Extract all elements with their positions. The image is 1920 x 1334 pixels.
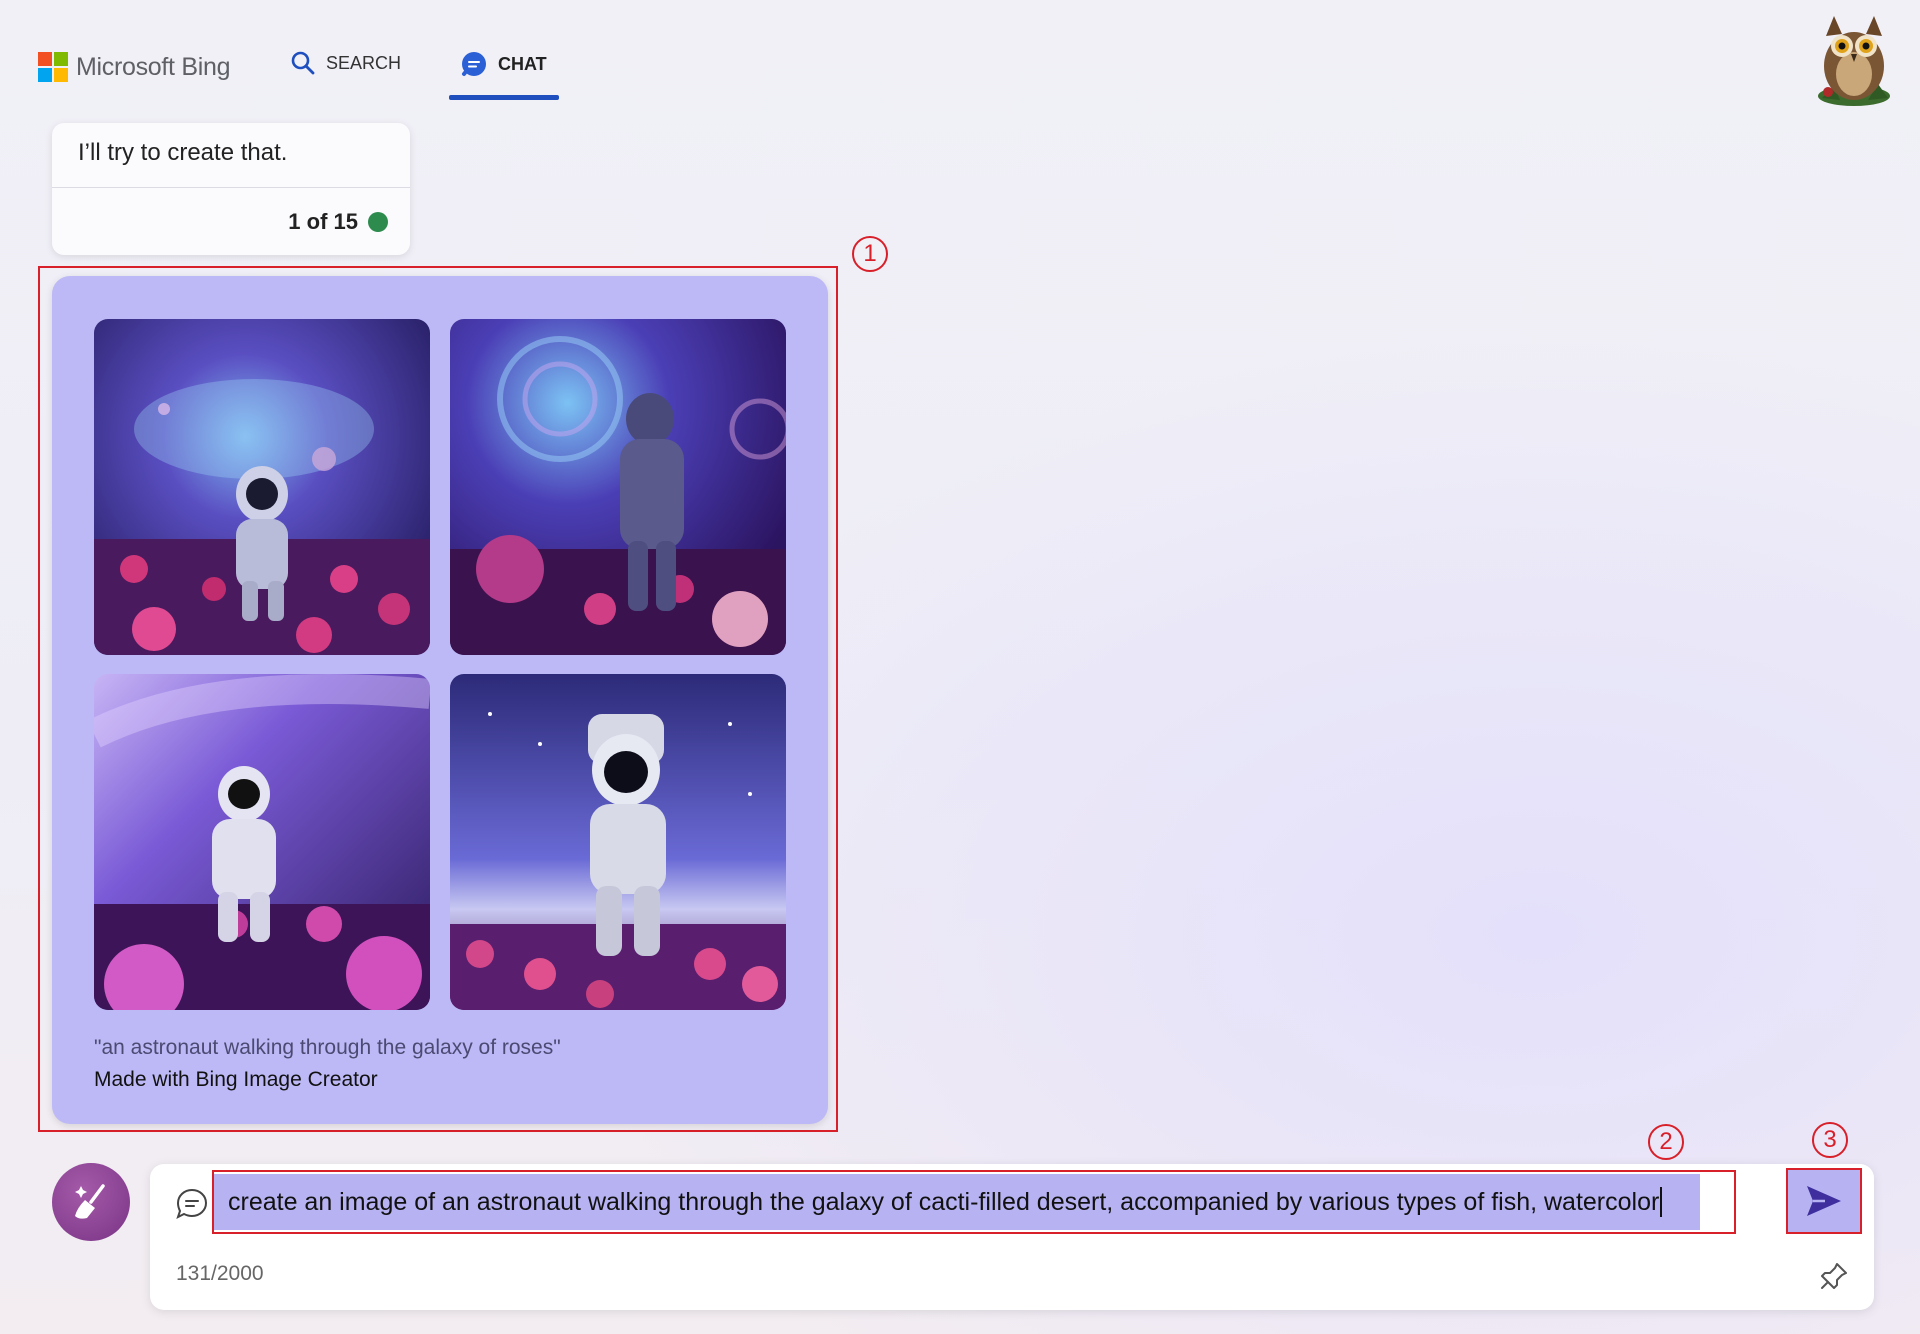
- nav-tab-search[interactable]: SEARCH: [290, 50, 401, 76]
- new-topic-button[interactable]: [52, 1163, 130, 1241]
- user-avatar-owl[interactable]: [1808, 10, 1900, 110]
- chat-icon: [462, 52, 486, 76]
- top-header: Microsoft Bing SEARCH CHAT: [0, 0, 1920, 110]
- annotation-badge-2: 2: [1648, 1124, 1684, 1160]
- generated-image-1[interactable]: [94, 319, 430, 655]
- generated-image-3[interactable]: [94, 674, 430, 1010]
- nav-search-label: SEARCH: [326, 52, 402, 73]
- character-counter: 131/2000: [176, 1262, 264, 1285]
- image-creator-credit[interactable]: Made with Bing Image Creator: [94, 1068, 378, 1092]
- bot-message-card: I’ll try to create that. 1 of 15: [52, 123, 410, 255]
- logo-text: Microsoft Bing: [76, 52, 231, 81]
- nav-tab-chat[interactable]: CHAT: [460, 50, 547, 78]
- bing-logo[interactable]: Microsoft Bing: [38, 52, 230, 82]
- status-dot-icon: [368, 212, 388, 232]
- search-icon: [291, 51, 315, 75]
- image-prompt-caption: "an astronaut walking through the galaxy…: [94, 1036, 561, 1059]
- bot-message-text: I’ll try to create that.: [78, 139, 288, 166]
- astronaut-roses-image-4: [450, 674, 786, 1010]
- annotation-badge-3: 3: [1812, 1122, 1848, 1158]
- microsoft-logo-icon: [38, 52, 68, 82]
- image-result-card: "an astronaut walking through the galaxy…: [52, 276, 828, 1124]
- nav-chat-label: CHAT: [498, 53, 547, 74]
- chat-bubble-icon: [176, 1188, 208, 1219]
- message-divider: [52, 187, 410, 188]
- annotation-box-2: [212, 1170, 1736, 1234]
- broom-icon: [75, 1184, 105, 1219]
- astronaut-roses-image-3: [94, 674, 430, 1010]
- annotation-badge-1: 1: [852, 236, 888, 272]
- astronaut-roses-image-1: [94, 319, 430, 655]
- generated-image-4[interactable]: [450, 674, 786, 1010]
- astronaut-roses-image-2: [450, 319, 786, 655]
- turn-counter: 1 of 15: [288, 209, 388, 235]
- annotation-box-3: [1786, 1168, 1862, 1234]
- generated-image-2[interactable]: [450, 319, 786, 655]
- active-tab-indicator: [449, 95, 559, 100]
- pin-icon[interactable]: [1818, 1260, 1850, 1292]
- turn-counter-text: 1 of 15: [288, 209, 358, 234]
